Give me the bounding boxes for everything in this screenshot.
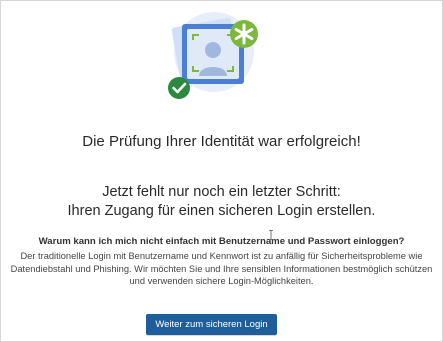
- continue-to-secure-login-button[interactable]: Weiter zum sicheren Login: [146, 314, 277, 335]
- checkmark-icon: [168, 77, 190, 99]
- faq-explanation: Der traditionelle Login mit Benutzername…: [10, 251, 433, 286]
- identity-illustration: [168, 12, 258, 99]
- next-step-text: Jetzt fehlt nur noch ein letzter Schritt…: [0, 183, 443, 221]
- verification-success-message: Die Prüfung Ihrer Identität war erfolgre…: [82, 133, 361, 150]
- next-step-line-1: Jetzt fehlt nur noch ein letzter Schritt…: [102, 184, 341, 200]
- asterisk-icon: [230, 20, 258, 48]
- text-cursor-icon: [269, 230, 273, 240]
- faq-question: Warum kann ich mich nicht einfach mit Be…: [38, 236, 405, 247]
- next-step-line-2: Ihren Zugang für einen sicheren Login er…: [67, 203, 376, 219]
